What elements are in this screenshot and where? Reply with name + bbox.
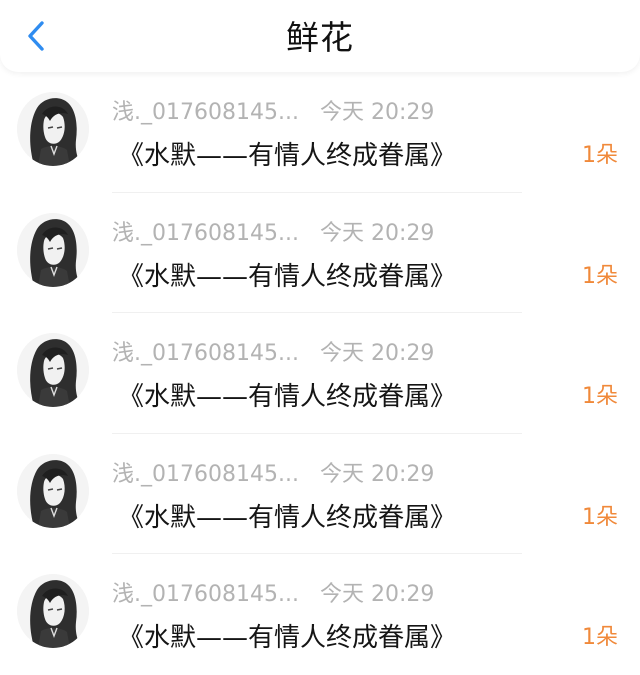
sender-name[interactable]: 浅._017608145... [112, 96, 300, 130]
book-title: 《水默——有情人终成眷属》 [118, 382, 457, 412]
timestamp: 今天 20:29 [320, 100, 435, 125]
avatar[interactable] [17, 453, 89, 528]
sender-name[interactable]: 浅._017608145... [112, 337, 300, 371]
top-navigation-bar: 鲜花 [0, 0, 640, 72]
flower-count: 1朵 [582, 263, 618, 289]
record-meta: 浅._017608145... 今天 20:29 [112, 217, 434, 251]
timestamp: 今天 20:29 [320, 341, 435, 366]
avatar[interactable] [17, 574, 89, 648]
flower-count: 1朵 [582, 143, 618, 168]
list-item[interactable]: 浅._017608145... 今天 20:29 《水默——有情人终成眷属》 1朵 [0, 72, 640, 193]
avatar[interactable] [17, 333, 89, 407]
flower-record-list: 浅._017608145... 今天 20:29 《水默——有情人终成眷属》 1朵… [0, 72, 640, 675]
timestamp: 今天 20:29 [320, 582, 435, 607]
avatar[interactable] [17, 212, 89, 287]
flower-count: 1朵 [582, 504, 618, 530]
book-title: 《水默——有情人终成眷属》 [118, 261, 457, 292]
book-title: 《水默——有情人终成眷属》 [118, 623, 457, 653]
page-title: 鲜花 [286, 18, 354, 57]
record-meta: 浅._017608145... 今天 20:29 [112, 578, 434, 612]
record-meta: 浅._017608145... 今天 20:29 [112, 337, 434, 371]
avatar[interactable] [17, 92, 89, 166]
sender-name[interactable]: 浅._017608145... [112, 458, 300, 492]
sender-name[interactable]: 浅._017608145... [112, 217, 300, 251]
list-item[interactable]: 浅._017608145... 今天 20:29 《水默——有情人终成眷属》 1朵 [0, 193, 640, 314]
flower-count: 1朵 [582, 625, 618, 650]
record-meta: 浅._017608145... 今天 20:29 [112, 458, 434, 492]
flower-count: 1朵 [582, 384, 618, 409]
book-title: 《水默——有情人终成眷属》 [118, 141, 457, 171]
list-item[interactable]: 浅._017608145... 今天 20:29 《水默——有情人终成眷属》 1朵 [0, 554, 640, 675]
book-title: 《水默——有情人终成眷属》 [118, 502, 457, 533]
list-item[interactable]: 浅._017608145... 今天 20:29 《水默——有情人终成眷属》 1朵 [0, 434, 640, 555]
timestamp: 今天 20:29 [320, 461, 435, 487]
record-meta: 浅._017608145... 今天 20:29 [112, 96, 434, 130]
list-item[interactable]: 浅._017608145... 今天 20:29 《水默——有情人终成眷属》 1朵 [0, 313, 640, 434]
sender-name[interactable]: 浅._017608145... [112, 578, 300, 612]
timestamp: 今天 20:29 [320, 220, 435, 246]
